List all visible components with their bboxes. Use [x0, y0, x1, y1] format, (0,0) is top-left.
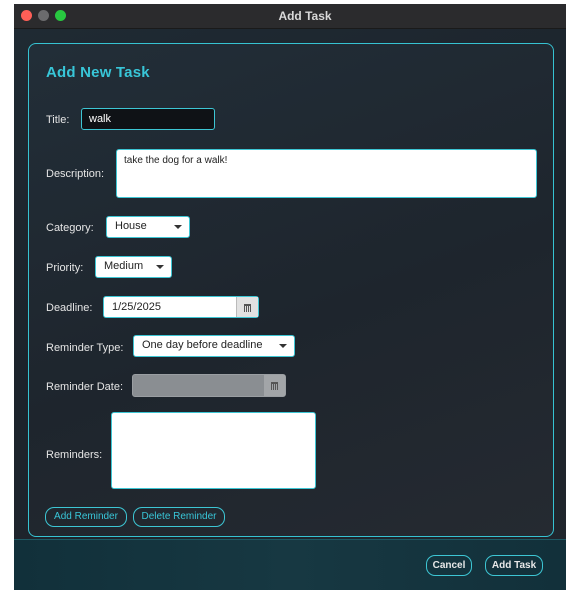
- priority-select[interactable]: Medium: [95, 256, 172, 278]
- add-task-window: Add Task Add New Task Title: walk Descri…: [14, 4, 566, 590]
- dialog-body: Add New Task Title: walk Description: ta…: [14, 29, 566, 590]
- reminders-label: Reminders:: [46, 449, 103, 461]
- dialog-footer: Cancel Add Task: [14, 539, 566, 590]
- reminder-type-label: Reminder Type:: [46, 342, 124, 354]
- form-panel: Add New Task Title: walk Description: ta…: [28, 43, 554, 537]
- description-label: Description:: [46, 168, 105, 180]
- cancel-button[interactable]: Cancel: [426, 555, 472, 576]
- window-title: Add Task: [278, 9, 332, 23]
- priority-label: Priority:: [46, 262, 84, 274]
- calendar-icon: [271, 382, 278, 390]
- reminder-date-label: Reminder Date:: [46, 381, 124, 393]
- category-label: Category:: [46, 222, 94, 234]
- chevron-down-icon: [174, 225, 182, 229]
- deadline-value: 1/25/2025: [112, 301, 161, 313]
- reminders-list[interactable]: [111, 412, 316, 489]
- deadline-date-picker[interactable]: 1/25/2025: [103, 296, 259, 318]
- delete-reminder-button[interactable]: Delete Reminder: [133, 507, 225, 527]
- deadline-calendar-button[interactable]: [236, 297, 258, 317]
- calendar-icon: [244, 304, 251, 312]
- category-value: House: [115, 220, 147, 232]
- chevron-down-icon: [279, 344, 287, 348]
- form-heading: Add New Task: [46, 64, 150, 81]
- title-bar: Add Task: [14, 4, 566, 29]
- title-input[interactable]: walk: [81, 108, 215, 130]
- reminder-date-calendar-button[interactable]: [263, 375, 285, 396]
- description-textarea[interactable]: take the dog for a walk!: [116, 149, 537, 198]
- chevron-down-icon: [156, 265, 164, 269]
- reminder-type-value: One day before deadline: [142, 339, 263, 351]
- add-reminder-button[interactable]: Add Reminder: [45, 507, 127, 527]
- reminder-type-select[interactable]: One day before deadline: [133, 335, 295, 357]
- category-select[interactable]: House: [106, 216, 190, 238]
- reminder-date-picker[interactable]: [132, 374, 286, 397]
- title-label: Title:: [46, 114, 70, 126]
- deadline-label: Deadline:: [46, 302, 93, 314]
- priority-value: Medium: [104, 260, 144, 272]
- add-task-button[interactable]: Add Task: [485, 555, 543, 576]
